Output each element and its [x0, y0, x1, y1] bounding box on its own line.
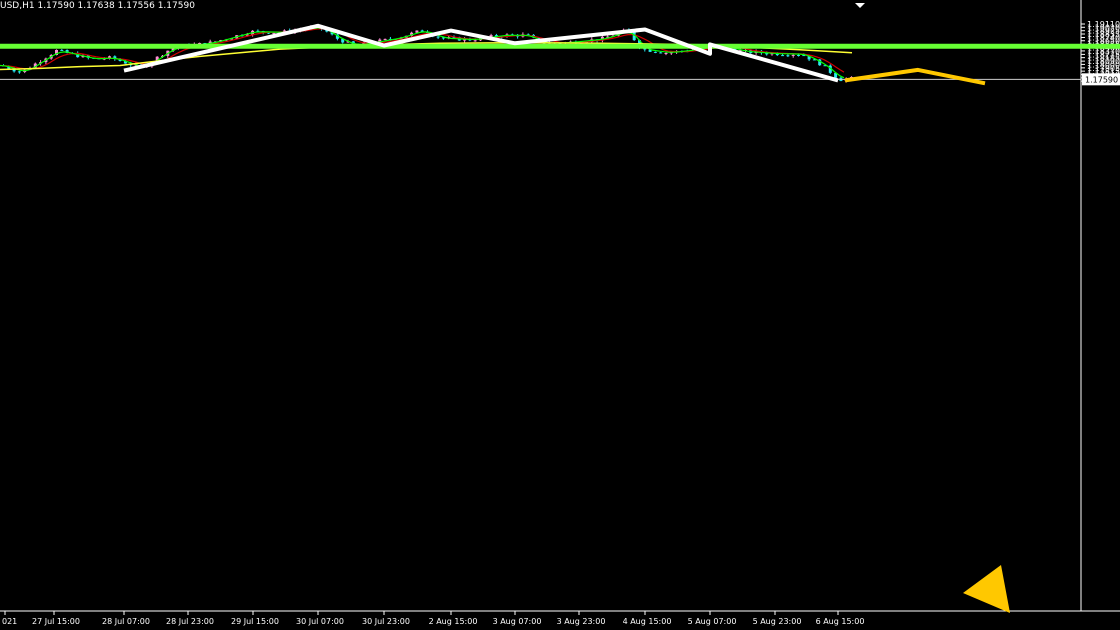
x-tick-label: 28 Jul 23:00: [166, 617, 214, 626]
projection-line: [844, 67, 986, 86]
x-tick-label: 4 Aug 15:00: [623, 617, 672, 626]
x-tick-label: 28 Jul 07:00: [102, 617, 150, 626]
candle-body: [653, 51, 657, 53]
x-tick-label: 2 Aug 15:00: [429, 617, 478, 626]
x-tick-label: 5 Aug 23:00: [753, 617, 802, 626]
candle-body: [781, 55, 785, 57]
x-tick-label: 29 Jul 15:00: [231, 617, 279, 626]
candle-body: [415, 30, 419, 33]
candle-body: [786, 55, 790, 57]
x-tick-label: 30 Jul 23:00: [362, 617, 410, 626]
x-tick-label: 6 Aug 15:00: [816, 617, 865, 626]
x-tick-label: 3 Aug 23:00: [557, 617, 606, 626]
candle-body: [383, 38, 387, 40]
price-chart[interactable]: 1.191101.190201.189251.188351.187401.186…: [0, 0, 1120, 630]
x-tick-label: 3 Aug 07:00: [493, 617, 542, 626]
chart-shift-marker-icon: [855, 3, 865, 8]
candle-body: [659, 52, 663, 54]
candle-body: [473, 40, 477, 42]
candle-body: [17, 71, 21, 73]
x-tick-label: 27 Jul 15:00: [32, 617, 80, 626]
candle-body: [60, 49, 64, 51]
x-tick-label: 5 Aug 07:00: [688, 617, 737, 626]
projection-arrowhead-icon: [963, 565, 1010, 613]
candle-body: [664, 53, 668, 55]
candle-body: [797, 54, 800, 56]
candle-body: [436, 36, 440, 38]
current-price-label: 1.17590: [1085, 75, 1118, 84]
x-tick-label: 021: [2, 617, 17, 626]
x-tick-label: 30 Jul 07:00: [296, 617, 344, 626]
candle-body: [791, 54, 795, 56]
